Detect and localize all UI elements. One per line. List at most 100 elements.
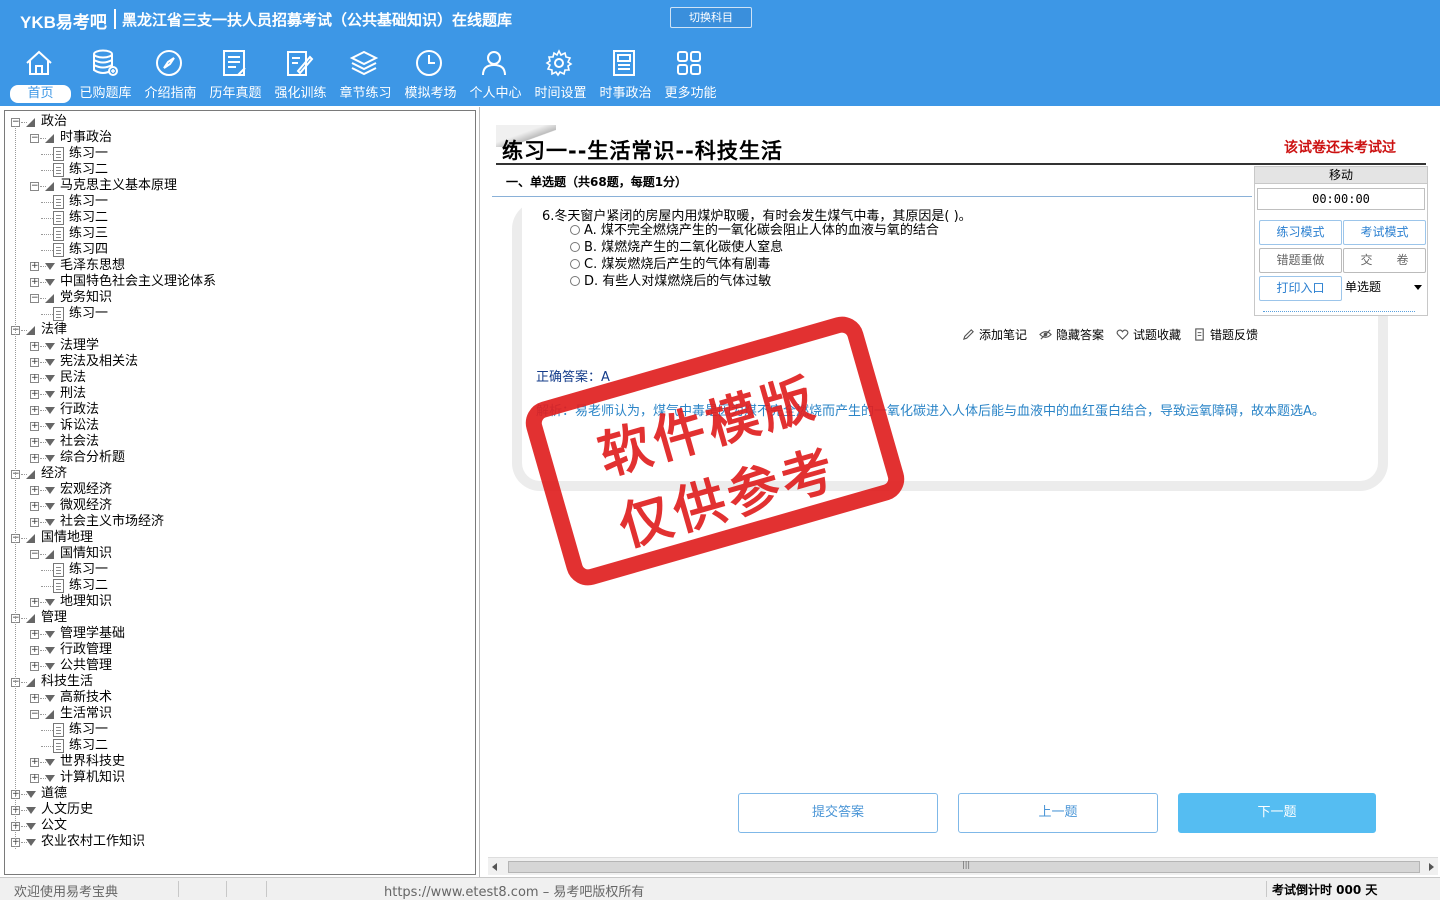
tree-item[interactable]: + 人文历史 [5,802,475,818]
tree-item[interactable]: 练习三 [5,226,475,242]
scroll-left-icon[interactable] [492,863,497,871]
tree-item[interactable]: 练习二 [5,162,475,178]
practice-mode-button[interactable]: 练习模式 [1259,220,1342,245]
exam-mode-button[interactable]: 考试模式 [1343,220,1426,245]
tree-item[interactable]: 练习二 [5,210,475,226]
expand-icon[interactable]: + [30,518,39,527]
tree-item[interactable]: − 生活常识 [5,706,475,722]
move-handle[interactable]: 移动 [1255,167,1427,184]
previous-question-button[interactable]: 上一题 [958,793,1158,833]
tree-item[interactable]: − 党务知识 [5,290,475,306]
expand-icon[interactable]: + [30,438,39,447]
nav-item-1[interactable]: 首页 [8,44,73,103]
expand-icon[interactable]: + [30,278,39,287]
tree-item[interactable]: 练习一 [5,146,475,162]
tree-item[interactable]: + 行政法 [5,402,475,418]
next-question-button[interactable]: 下一题 [1178,793,1376,833]
collapse-icon[interactable]: − [30,710,39,719]
tree-item[interactable]: + 宪法及相关法 [5,354,475,370]
option-d[interactable]: D. 有些人对煤燃烧后的气体过敏 [570,273,771,290]
error-feedback-button[interactable]: 错题反馈 [1193,326,1258,343]
tree-item[interactable]: 练习一 [5,194,475,210]
tree-item[interactable]: 练习二 [5,578,475,594]
option-b[interactable]: B. 煤燃烧产生的二氧化碳使人窒息 [570,239,783,256]
expand-icon[interactable]: + [30,646,39,655]
nav-item-5[interactable]: 强化训练 [268,44,333,102]
collapse-icon[interactable]: − [30,134,39,143]
tree-item[interactable]: − 时事政治 [5,130,475,146]
tree-item[interactable]: + 管理学基础 [5,626,475,642]
nav-item-2[interactable]: 已购题库 [73,44,138,102]
tree-item[interactable]: 练习一 [5,306,475,322]
collapse-icon[interactable]: − [30,550,39,559]
tree-item[interactable]: − 马克思主义基本原理 [5,178,475,194]
expand-icon[interactable]: + [30,374,39,383]
tree-item[interactable]: − 法律 [5,322,475,338]
expand-icon[interactable]: + [30,358,39,367]
tree-item[interactable]: + 计算机知识 [5,770,475,786]
expand-icon[interactable]: + [30,758,39,767]
expand-icon[interactable]: + [30,630,39,639]
nav-item-6[interactable]: 章节练习 [333,44,398,102]
tree-item[interactable]: + 社会法 [5,434,475,450]
expand-icon[interactable]: + [30,390,39,399]
tree-item[interactable]: + 宏观经济 [5,482,475,498]
tree-item[interactable]: + 世界科技史 [5,754,475,770]
tree-item[interactable]: + 综合分析题 [5,450,475,466]
option-a[interactable]: A. 煤不完全燃烧产生的一氧化碳会阻止人体的血液与氧的结合 [570,222,939,239]
nav-item-7[interactable]: 模拟考场 [398,44,463,102]
tree-item[interactable]: + 公文 [5,818,475,834]
tree-item[interactable]: + 微观经济 [5,498,475,514]
tree-item[interactable]: − 科技生活 [5,674,475,690]
tree-item[interactable]: − 国情知识 [5,546,475,562]
tree-item[interactable]: + 毛泽东思想 [5,258,475,274]
tree-item[interactable]: + 高新技术 [5,690,475,706]
tree-item[interactable]: + 社会主义市场经济 [5,514,475,530]
radio-button[interactable] [570,225,580,235]
tree-item[interactable]: − 经济 [5,466,475,482]
scroll-right-icon[interactable] [1429,863,1434,871]
expand-icon[interactable]: + [30,454,39,463]
tree-item[interactable]: + 农业农村工作知识 [5,834,475,850]
print-entry-button[interactable]: 打印入口 [1259,276,1342,301]
tree-item[interactable]: − 政治 [5,114,475,130]
tree-item[interactable]: − 管理 [5,610,475,626]
expand-icon[interactable]: + [30,422,39,431]
collapse-icon[interactable]: − [30,294,39,303]
nav-item-4[interactable]: 历年真题 [203,44,268,102]
favorite-question-button[interactable]: 试题收藏 [1116,326,1181,343]
radio-button[interactable] [570,276,580,286]
tree-item[interactable]: + 诉讼法 [5,418,475,434]
add-note-button[interactable]: 添加笔记 [962,326,1027,343]
tree-item[interactable]: − 国情地理 [5,530,475,546]
exam-control-panel[interactable]: 移动 00:00:00 练习模式 考试模式 错题重做 交 卷 打印入口 单选题 [1254,166,1428,316]
expand-icon[interactable]: + [30,694,39,703]
nav-item-8[interactable]: 个人中心 [463,44,528,102]
tree-item[interactable]: + 地理知识 [5,594,475,610]
option-c[interactable]: C. 煤炭燃烧后产生的气体有剧毒 [570,256,770,273]
nav-item-3[interactable]: 介绍指南 [138,44,203,102]
expand-icon[interactable]: + [30,774,39,783]
tree-item[interactable]: + 行政管理 [5,642,475,658]
tree-item[interactable]: + 公共管理 [5,658,475,674]
submit-answer-button[interactable]: 提交答案 [738,793,938,833]
tree-item[interactable]: 练习一 [5,562,475,578]
tree-item[interactable]: 练习四 [5,242,475,258]
switch-subject-button[interactable]: 切换科目 [670,7,752,28]
nav-item-10[interactable]: 时事政治 [593,44,658,102]
expand-icon[interactable]: + [30,406,39,415]
question-type-select[interactable]: 单选题 [1343,275,1426,299]
expand-icon[interactable]: + [30,598,39,607]
expand-icon[interactable]: + [30,262,39,271]
collapse-icon[interactable]: − [30,182,39,191]
tree-item[interactable]: + 刑法 [5,386,475,402]
expand-icon[interactable]: + [30,486,39,495]
nav-item-9[interactable]: 时间设置 [528,44,593,102]
expand-icon[interactable]: + [30,502,39,511]
tree-item[interactable]: + 道德 [5,786,475,802]
expand-icon[interactable]: + [30,662,39,671]
tree-item[interactable]: 练习二 [5,738,475,754]
submit-paper-button[interactable]: 交 卷 [1343,248,1426,273]
redo-wrong-button[interactable]: 错题重做 [1259,248,1342,273]
radio-button[interactable] [570,242,580,252]
